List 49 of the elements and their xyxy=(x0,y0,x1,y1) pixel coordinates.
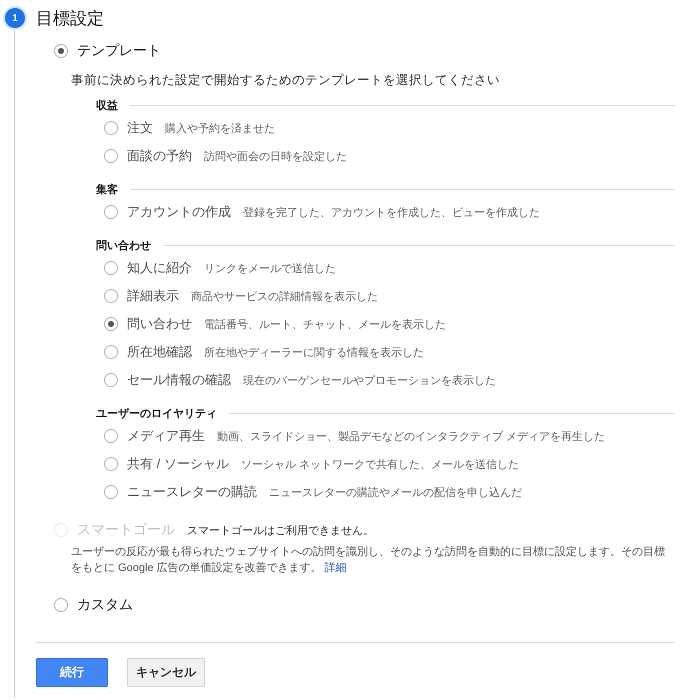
template-description: 現在のバーゲンセールやプロモーションを表示した xyxy=(243,374,496,388)
template-description: 動画、スライドショー、製品デモなどのインタラクティブ メディアを再生した xyxy=(217,430,606,444)
radio-button[interactable] xyxy=(104,289,118,303)
group-heading: ユーザーのロイヤリティ xyxy=(96,406,217,420)
template-label: 共有 / ソーシャル xyxy=(127,455,229,473)
group-heading: 問い合わせ xyxy=(96,238,151,252)
radio-button[interactable] xyxy=(54,44,68,58)
template-label: 詳細表示 xyxy=(127,287,179,305)
radio-button[interactable] xyxy=(104,205,118,219)
template-label: メディア再生 xyxy=(127,427,205,445)
option-label: カスタム xyxy=(77,596,133,614)
option-label: スマートゴール xyxy=(77,521,175,539)
radio-button[interactable] xyxy=(104,261,118,275)
template-description: ソーシャル ネットワークで共有した、メールを送信した xyxy=(240,458,519,472)
continue-button[interactable]: 続行 xyxy=(36,658,108,687)
step-title: 目標設定 xyxy=(36,8,104,30)
radio-button[interactable] xyxy=(54,598,68,612)
radio-button[interactable] xyxy=(104,429,118,443)
template-label: 注文 xyxy=(127,119,153,137)
template-label: 知人に紹介 xyxy=(127,259,192,277)
group-heading: 集客 xyxy=(96,182,118,196)
radio-button[interactable] xyxy=(104,317,118,331)
radio-button[interactable] xyxy=(104,121,118,135)
template-description: 訪問や面会の日時を設定した xyxy=(204,150,347,164)
template-description: 登録を完了した、アカウントを作成した、ビューを作成した xyxy=(243,206,540,220)
radio-button[interactable] xyxy=(104,149,118,163)
radio-button[interactable] xyxy=(104,373,118,387)
option-description: ユーザーの反応が最も得られたウェブサイトへの訪問を識別し、そのような訪問を自動的に目標に設定します。その目標をもとに Google 広告の単価設定を改善できます。 詳細 xyxy=(70,544,666,576)
radio-button[interactable] xyxy=(104,457,118,471)
template-description: ニュースレターの購読やメールの配信を申し込んだ xyxy=(269,486,522,500)
template-description: 商品やサービスの詳細情報を表示した xyxy=(191,290,378,304)
template-label: ニュースレターの購読 xyxy=(127,483,257,501)
template-description: リンクをメールで送信した xyxy=(204,262,336,276)
option-description: 事前に決められた設定で開始するためのテンプレートを選択してください xyxy=(70,72,501,89)
template-description: 電話番号、ルート、チャット、メールを表示した xyxy=(204,318,446,332)
step-number-badge: 1 xyxy=(5,8,25,28)
template-label: セール情報の確認 xyxy=(127,371,231,389)
template-description: 購入や予約を済ませた xyxy=(165,122,275,136)
radio-button[interactable] xyxy=(104,485,118,499)
group-heading: 収益 xyxy=(96,98,118,112)
radio-button[interactable] xyxy=(104,345,118,359)
template-label: 面談の予約 xyxy=(127,147,192,165)
option-label: テンプレート xyxy=(77,42,161,60)
template-label: アカウントの作成 xyxy=(127,203,231,221)
template-label: 所在地確認 xyxy=(127,343,192,361)
template-description: 所在地やディーラーに関する情報を表示した xyxy=(204,346,424,360)
cancel-button[interactable]: キャンセル xyxy=(127,658,205,687)
template-label: 問い合わせ xyxy=(127,315,192,333)
option-note: スマートゴールはご利用できません。 xyxy=(187,524,374,538)
